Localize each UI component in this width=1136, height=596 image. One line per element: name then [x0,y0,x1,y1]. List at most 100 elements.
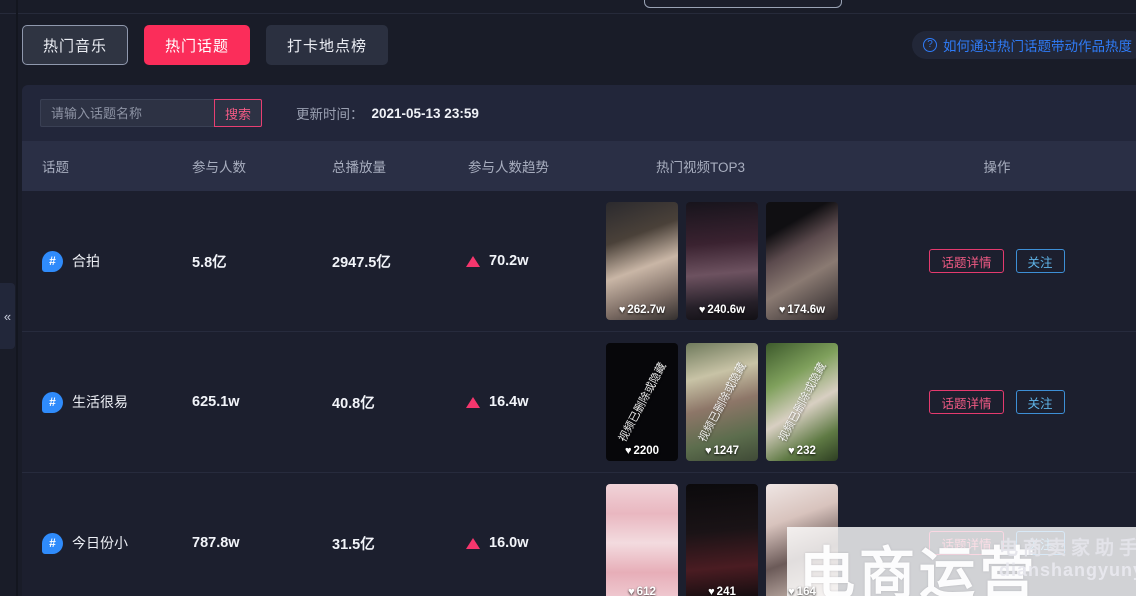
header-divider [0,13,1136,14]
video-likes: 174.6w [787,304,826,316]
column-header-trend: 参与人数趋势 [468,160,549,175]
hashtag-icon: # [42,391,63,413]
topic-detail-button[interactable]: 话题详情 [929,531,1004,555]
heart-icon: ♥ [704,445,712,457]
topic-name: 今日份小 [72,535,128,551]
video-thumbnail[interactable]: 视频已删除或隐藏 ♥ 1247 [686,343,758,461]
trend-cell: 16.4w [454,394,602,410]
button-label: 关注 [1027,537,1053,552]
update-time-value: 2021-05-13 23:59 [371,105,479,121]
update-time-label: 更新时间： [296,107,364,122]
video-thumbnail[interactable]: ♥ 262.7w [606,202,678,320]
heart-icon: ♥ [618,304,626,316]
column-header-topic: 话题 [42,160,69,175]
video-likes: 612 [636,586,656,596]
search-button[interactable]: 搜索 [214,99,262,127]
heart-icon: ♥ [628,586,635,596]
tab-label: 打卡地点榜 [287,37,368,55]
video-removed-watermark: 视频已删除或隐藏 [616,360,669,445]
topic-name: 合拍 [72,253,100,269]
heart-icon: ♥ [624,445,632,457]
video-likes: 241 [716,586,736,596]
video-thumbnail[interactable]: 视频已删除或隐藏 ♥ 2200 [606,343,678,461]
total-plays-value: 31.5亿 [332,536,375,553]
follow-button[interactable]: 关注 [1015,390,1065,414]
topic-detail-button[interactable]: 话题详情 [929,249,1004,273]
trend-value: 16.4w [489,394,529,410]
participants-value: 787.8w [192,535,240,551]
trend-cell: 70.2w [454,253,602,269]
column-header-plays: 总播放量 [332,160,386,175]
topic-cell: # 生活很易 [22,391,174,413]
column-header-people: 参与人数 [192,160,246,175]
video-likes: 262.7w [627,304,666,316]
button-label: 关注 [1027,255,1053,270]
question-circle-icon: ? [923,38,937,52]
video-likes: 240.6w [707,304,746,316]
tab-label: 热门话题 [165,37,230,55]
follow-button[interactable]: 关注 [1015,531,1065,555]
button-label: 话题详情 [941,396,992,411]
top3-videos: 视频已删除或隐藏 ♥ 2200 视频已删除或隐藏 ♥ 1247 视频已删除或隐藏 ♥… [602,343,892,461]
filter-bar: 搜索 更新时间： 2021-05-13 23:59 [22,85,1136,141]
participants-value: 625.1w [192,394,240,410]
sidebar-rail [16,0,18,596]
arrow-up-icon [466,396,480,408]
topic-detail-button[interactable]: 话题详情 [929,390,1004,414]
video-likes: 1247 [713,445,740,457]
table-row[interactable]: # 今日份小 787.8w 31.5亿 16.0w ♥ 612 ♥ 241 ♥ 164 [22,473,1136,596]
table-header: 话题 参与人数 总播放量 参与人数趋势 热门视频TOP3 操作 [22,141,1136,191]
tab-hot-music[interactable]: 热门音乐 [22,25,129,65]
search-group: 搜索 [40,99,262,127]
trend-value: 16.0w [489,535,529,551]
hot-topics-card: 搜索 更新时间： 2021-05-13 23:59 话题 参与人数 总播放量 参… [22,85,1136,596]
search-button-label: 搜索 [224,106,251,122]
heart-icon: ♥ [778,304,786,316]
sidebar-collapse-handle[interactable]: « [0,283,15,349]
button-label: 话题详情 [941,255,992,270]
heart-icon: ♥ [788,586,795,596]
heart-icon: ♥ [698,304,706,316]
participants-value: 5.8亿 [192,254,227,271]
column-header-videos: 热门视频TOP3 [656,160,746,175]
video-likes: 232 [796,445,816,457]
top3-videos: ♥ 612 ♥ 241 ♥ 164 [602,484,892,596]
chevron-left-double-icon: « [3,308,12,324]
trend-cell: 16.0w [454,535,602,551]
column-header-actions: 操作 [983,160,1011,175]
tab-checkin-places[interactable]: 打卡地点榜 [266,25,389,65]
button-label: 话题详情 [941,537,992,552]
help-link-hot-topics[interactable]: ? 如何通过热门话题带动作品热度 [912,31,1136,59]
video-thumbnail[interactable]: ♥ 240.6w [686,202,758,320]
hashtag-icon: # [42,532,63,554]
topic-cell: # 合拍 [22,250,174,272]
top-cutoff-pill [644,0,842,8]
arrow-up-icon [466,255,480,267]
search-input[interactable] [40,99,214,127]
arrow-up-icon [466,537,480,549]
video-thumbnail[interactable]: ♥ 164 [766,484,838,596]
follow-button[interactable]: 关注 [1015,249,1065,273]
tab-hot-topics[interactable]: 热门话题 [144,25,251,65]
heart-icon: ♥ [708,586,715,596]
video-removed-watermark: 视频已删除或隐藏 [696,360,749,445]
video-thumbnail[interactable]: ♥ 174.6w [766,202,838,320]
hashtag-icon: # [42,250,63,272]
total-plays-value: 2947.5亿 [332,254,391,271]
table-row[interactable]: # 生活很易 625.1w 40.8亿 16.4w 视频已删除或隐藏 ♥ 2200… [22,332,1136,473]
video-likes: 164 [796,586,816,596]
table-row[interactable]: # 合拍 5.8亿 2947.5亿 70.2w ♥ 262.7w ♥ 240.6w … [22,191,1136,332]
video-thumbnail[interactable]: ♥ 612 [606,484,678,596]
video-thumbnail[interactable]: 视频已删除或隐藏 ♥ 232 [766,343,838,461]
topic-cell: # 今日份小 [22,532,174,554]
total-plays-value: 40.8亿 [332,395,375,412]
heart-icon: ♥ [788,445,795,457]
help-link-label: 如何通过热门话题带动作品热度 [943,39,1132,54]
video-likes: 2200 [633,445,660,457]
trend-value: 70.2w [489,253,529,269]
top3-videos: ♥ 262.7w ♥ 240.6w ♥ 174.6w [602,202,892,320]
video-thumbnail[interactable]: ♥ 241 [686,484,758,596]
tab-label: 热门音乐 [43,37,108,55]
video-removed-watermark: 视频已删除或隐藏 [776,360,829,445]
category-tabbar: 热门音乐 热门话题 打卡地点榜 [22,25,389,65]
